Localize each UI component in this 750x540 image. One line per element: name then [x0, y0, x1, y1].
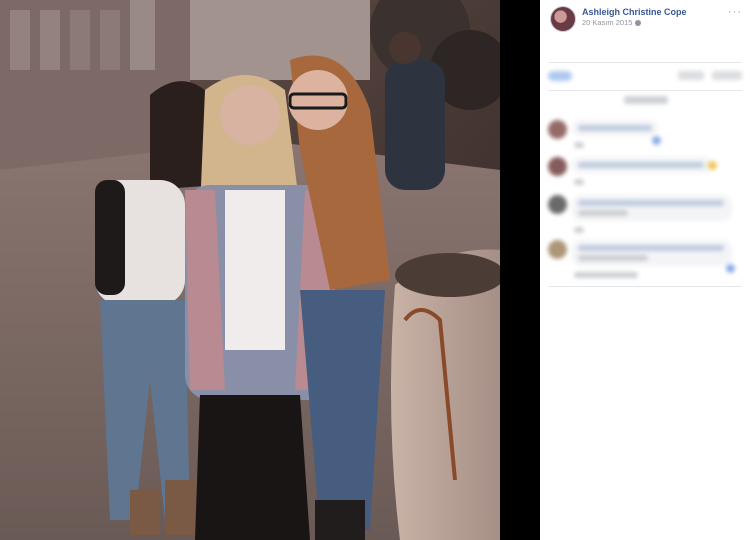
comment: [548, 157, 742, 187]
comment-text: [578, 162, 704, 168]
comment-text: [578, 245, 724, 251]
reactions-bar[interactable]: [540, 66, 750, 88]
comment: [548, 120, 742, 150]
comment-actions[interactable]: [574, 272, 638, 278]
photo-viewer: Ashleigh Christine Cope 20 Kasım 2015 ··…: [0, 0, 750, 540]
divider: [548, 62, 742, 63]
like-icon: [652, 136, 661, 145]
comment: [548, 240, 742, 285]
comment-text: [578, 200, 724, 206]
reaction-count[interactable]: [678, 71, 704, 80]
comment-bubble: [572, 120, 658, 136]
comment: [548, 195, 742, 235]
comment-bubble: [572, 240, 732, 266]
globe-icon[interactable]: [635, 20, 642, 26]
emoji-icon: [708, 161, 717, 170]
post-photo[interactable]: [0, 0, 500, 540]
comment-actions[interactable]: [574, 179, 584, 185]
post-meta: 20 Kasım 2015: [582, 18, 687, 28]
comment-avatar[interactable]: [548, 240, 567, 259]
comment-bubble: [572, 157, 712, 173]
post-date[interactable]: 20 Kasım 2015: [582, 18, 632, 28]
post-sidebar: Ashleigh Christine Cope 20 Kasım 2015 ··…: [540, 0, 750, 540]
comment-avatar[interactable]: [548, 195, 567, 214]
comment-avatar[interactable]: [548, 120, 567, 139]
post-header: Ashleigh Christine Cope 20 Kasım 2015: [550, 6, 687, 32]
comment-text: [578, 210, 628, 216]
author-avatar[interactable]: [550, 6, 576, 32]
view-more-comments-link[interactable]: [624, 96, 668, 104]
like-icon: [726, 264, 735, 273]
comment-actions[interactable]: [574, 142, 584, 148]
share-count[interactable]: [712, 71, 742, 80]
post-header-text: Ashleigh Christine Cope 20 Kasım 2015: [582, 6, 687, 28]
more-options-icon[interactable]: ···: [728, 6, 742, 18]
photo-illustration: [0, 0, 500, 540]
divider: [548, 286, 742, 287]
comment-text: [578, 125, 652, 131]
divider: [548, 90, 742, 91]
reactions-icon[interactable]: [548, 71, 572, 81]
comment-bubble: [572, 195, 732, 221]
comment-actions[interactable]: [574, 227, 584, 233]
comment-avatar[interactable]: [548, 157, 567, 176]
photo-area[interactable]: [0, 0, 540, 540]
comment-text: [578, 255, 648, 261]
author-name-link[interactable]: Ashleigh Christine Cope: [582, 6, 687, 18]
